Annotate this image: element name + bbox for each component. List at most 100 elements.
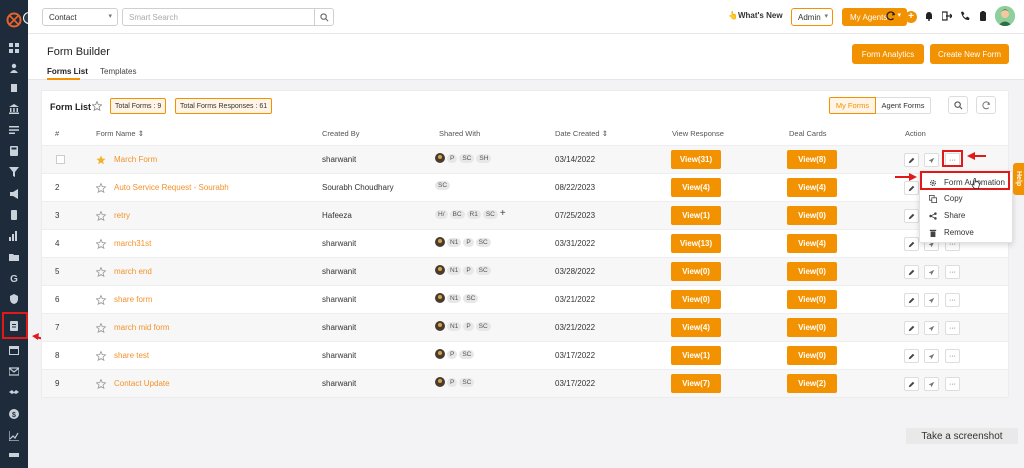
col-header-form-name[interactable]: Form Name ⇕ — [96, 129, 144, 138]
my-forms-toggle[interactable]: My Forms — [829, 97, 876, 114]
more-actions-button[interactable]: ··· — [945, 293, 960, 307]
view-response-button[interactable]: View(4) — [671, 178, 721, 197]
form-name-link[interactable]: March Form — [114, 155, 157, 164]
bank-icon[interactable] — [9, 104, 19, 114]
view-response-button[interactable]: View(0) — [671, 262, 721, 281]
form-name-link[interactable]: march end — [114, 267, 152, 276]
deal-cards-button[interactable]: View(0) — [787, 318, 837, 337]
table-row[interactable]: 8 share test sharwanit P SC 03/17/2022 View(1)… — [42, 341, 1008, 369]
funnel-icon[interactable] — [9, 167, 19, 177]
search-forms-button[interactable] — [948, 96, 968, 114]
star-outline-icon[interactable] — [96, 267, 106, 277]
whats-new-link[interactable]: 👆What's New — [728, 11, 783, 20]
table-row[interactable]: 5 march end sharwanit N1 P SC 03/28/2022 View(0… — [42, 257, 1008, 285]
analytics-icon[interactable] — [9, 431, 19, 441]
form-name-link[interactable]: share test — [114, 351, 149, 360]
form-analytics-button[interactable]: Form Analytics — [852, 44, 924, 64]
folder-icon[interactable] — [9, 252, 19, 262]
send-button[interactable] — [924, 321, 939, 335]
edit-button[interactable] — [904, 153, 919, 167]
more-actions-button[interactable]: ··· — [945, 265, 960, 279]
star-filled-icon[interactable] — [96, 155, 106, 165]
handshake-icon[interactable] — [9, 387, 19, 397]
star-outline-icon[interactable] — [96, 211, 106, 221]
table-row[interactable]: March Form sharwanit P SC SH 03/14/2022 View(3… — [42, 145, 1008, 173]
contacts-icon[interactable] — [9, 63, 19, 73]
table-row[interactable]: 4 march31st sharwanit N1 P SC 03/31/2022 View(1… — [42, 229, 1008, 257]
agent-forms-toggle[interactable]: Agent Forms — [876, 97, 931, 114]
menu-item-copy[interactable]: Copy — [920, 190, 1014, 207]
grid-icon[interactable] — [9, 453, 19, 463]
calculator-icon[interactable] — [9, 146, 19, 156]
edit-button[interactable] — [904, 321, 919, 335]
send-button[interactable] — [924, 153, 939, 167]
table-row[interactable]: 6 share form sharwanit N1 SC 03/21/2022 View(0… — [42, 285, 1008, 313]
view-response-button[interactable]: View(4) — [671, 318, 721, 337]
edit-button[interactable] — [904, 349, 919, 363]
deal-cards-button[interactable]: View(0) — [787, 206, 837, 225]
more-actions-button[interactable]: ··· — [945, 377, 960, 391]
more-actions-button[interactable]: ··· — [945, 321, 960, 335]
megaphone-icon[interactable] — [9, 189, 19, 199]
form-name-link[interactable]: march mid form — [114, 323, 170, 332]
star-outline-icon[interactable] — [96, 239, 106, 249]
take-screenshot-label[interactable]: Take a screenshot — [906, 428, 1018, 444]
logout-icon[interactable] — [942, 11, 952, 21]
add-icon[interactable]: + — [905, 11, 917, 23]
more-actions-button[interactable]: ··· — [945, 349, 960, 363]
calendar-icon[interactable] — [9, 345, 19, 355]
deal-cards-button[interactable]: View(0) — [787, 346, 837, 365]
deal-cards-button[interactable]: View(4) — [787, 234, 837, 253]
edit-button[interactable] — [904, 209, 919, 223]
send-button[interactable] — [924, 265, 939, 279]
shield-icon[interactable] — [9, 294, 19, 304]
send-button[interactable] — [924, 349, 939, 363]
view-response-button[interactable]: View(1) — [671, 206, 721, 225]
create-new-form-button[interactable]: Create New Form — [930, 44, 1009, 64]
tab-forms-list[interactable]: Forms List — [47, 67, 88, 76]
star-outline-icon[interactable] — [96, 183, 106, 193]
mail-icon[interactable] — [9, 366, 19, 376]
deal-cards-button[interactable]: View(4) — [787, 178, 837, 197]
form-name-link[interactable]: march31st — [114, 239, 151, 248]
star-outline-icon[interactable] — [96, 351, 106, 361]
send-button[interactable] — [924, 377, 939, 391]
edit-button[interactable] — [904, 237, 919, 251]
view-response-button[interactable]: View(1) — [671, 346, 721, 365]
list-icon[interactable] — [9, 125, 19, 135]
smart-search-input[interactable] — [122, 8, 314, 26]
table-row[interactable]: 9 Contact Update sharwanit P SC 03/17/2022 Vie… — [42, 369, 1008, 397]
menu-item-remove[interactable]: Remove — [920, 224, 1014, 241]
form-name-link[interactable]: Contact Update — [114, 379, 170, 388]
form-name-link[interactable]: Auto Service Request - Sourabh — [114, 183, 229, 192]
edit-button[interactable] — [904, 181, 919, 195]
documents-icon[interactable] — [9, 83, 19, 93]
view-response-button[interactable]: View(7) — [671, 374, 721, 393]
dashboard-icon[interactable] — [9, 43, 19, 53]
file-icon[interactable] — [9, 210, 19, 220]
star-outline-icon[interactable] — [96, 323, 106, 333]
table-row[interactable]: 3 retry Hafeeza H/BC R1 SC +07/25/2023 View(1) V… — [42, 201, 1008, 229]
deal-cards-button[interactable]: View(0) — [787, 262, 837, 281]
star-outline-icon[interactable] — [96, 379, 106, 389]
edit-button[interactable] — [904, 293, 919, 307]
menu-item-share[interactable]: Share — [920, 207, 1014, 224]
table-row[interactable]: 7 march mid form sharwanit N1 P SC 03/21/2022 V… — [42, 313, 1008, 341]
row-checkbox[interactable] — [56, 155, 65, 164]
phone-icon[interactable] — [960, 11, 970, 21]
help-tab[interactable]: Help — [1013, 163, 1024, 195]
edit-button[interactable] — [904, 265, 919, 279]
col-header-date-created[interactable]: Date Created ⇕ — [555, 129, 608, 138]
admin-select[interactable]: Admin ▾ — [791, 8, 833, 26]
clipboard-icon[interactable] — [978, 11, 988, 21]
view-response-button[interactable]: View(31) — [671, 150, 721, 169]
view-response-button[interactable]: View(0) — [671, 290, 721, 309]
tab-templates[interactable]: Templates — [100, 67, 136, 76]
form-name-link[interactable]: share form — [114, 295, 152, 304]
deal-cards-button[interactable]: View(0) — [787, 290, 837, 309]
favorite-star-icon[interactable] — [92, 101, 102, 111]
reports-icon[interactable] — [9, 231, 19, 241]
app-logo-icon[interactable] — [6, 12, 22, 28]
my-agents-button[interactable]: My Agents ▾ — [842, 8, 907, 26]
star-outline-icon[interactable] — [96, 295, 106, 305]
